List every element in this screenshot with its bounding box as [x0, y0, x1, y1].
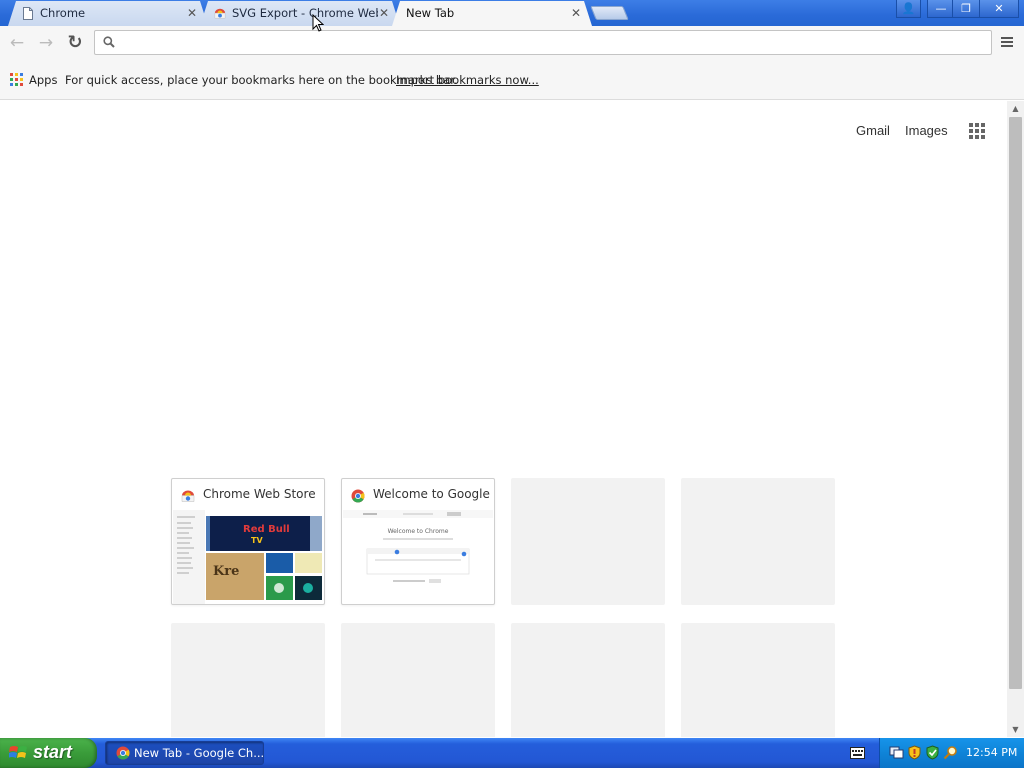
omnibox-input[interactable] [123, 34, 983, 51]
taskbar: start New Tab - Google Ch... 12:54 PM [0, 738, 1024, 768]
svg-text:Red Bull: Red Bull [243, 524, 290, 535]
tile-title: Welcome to Google Chrome [373, 487, 491, 501]
tab-new-tab[interactable]: New Tab ✕ [392, 1, 592, 26]
most-visited-tile-empty [511, 623, 665, 737]
bookmarks-bar: Apps For quick access, place your bookma… [0, 60, 1024, 100]
taskbar-item-chrome[interactable]: New Tab - Google Ch... [105, 741, 264, 765]
back-button[interactable]: ← [6, 32, 28, 54]
chrome-web-store-icon [181, 490, 195, 502]
chrome-icon [116, 746, 130, 760]
tab-title: New Tab [406, 6, 455, 20]
tile-title: Chrome Web Store [203, 487, 316, 501]
welcome-heading: Welcome to Chrome [388, 528, 449, 535]
scroll-down-arrow-icon[interactable]: ▼ [1007, 722, 1024, 737]
minimize-button[interactable]: — [927, 0, 955, 18]
close-icon[interactable]: ✕ [571, 1, 581, 25]
keyboard-icon[interactable] [850, 747, 865, 759]
images-link[interactable]: Images [905, 123, 948, 138]
google-apps-icon[interactable] [969, 123, 986, 140]
new-tab-button[interactable] [590, 6, 629, 20]
tab-title: SVG Export - Chrome Web Store [232, 6, 376, 20]
most-visited-tile-chrome-web-store[interactable]: Chrome Web Store Red Bull TV Kre [171, 478, 325, 605]
chrome-menu-button[interactable] [998, 35, 1016, 51]
system-tray: 12:54 PM [879, 738, 1024, 768]
apps-grid-icon[interactable] [10, 73, 24, 87]
forward-button[interactable]: → [35, 32, 57, 54]
most-visited-tile-empty [681, 623, 835, 737]
close-window-button[interactable]: ✕ [979, 0, 1019, 18]
chrome-web-store-icon [214, 7, 226, 20]
windows-logo-icon [9, 746, 27, 758]
chrome-icon [351, 489, 365, 503]
start-button[interactable]: start [0, 738, 97, 768]
search-tray-icon[interactable] [943, 745, 958, 760]
maximize-button[interactable]: ❐ [952, 0, 980, 18]
scroll-up-arrow-icon[interactable]: ▲ [1007, 101, 1024, 116]
svg-text:Kre: Kre [213, 564, 239, 579]
taskbar-item-label: New Tab - Google Ch... [134, 746, 264, 760]
most-visited-tile-empty [681, 478, 835, 605]
scrollbar-thumb[interactable] [1009, 117, 1022, 689]
search-icon [103, 36, 115, 48]
import-bookmarks-link[interactable]: Import bookmarks now... [396, 73, 539, 87]
vertical-scrollbar[interactable]: ▲ ▼ [1007, 101, 1024, 737]
tab-title: Chrome [40, 6, 86, 20]
welcome-thumbnail: Welcome to Chrome [343, 510, 493, 604]
mouse-cursor-icon [312, 14, 324, 32]
tab-chrome[interactable]: Chrome ✕ [8, 1, 208, 26]
update-shield-icon[interactable] [925, 745, 940, 760]
clock: 12:54 PM [966, 746, 1018, 759]
tab-svg-export[interactable]: SVG Export - Chrome Web Store ✕ [200, 1, 400, 26]
security-shield-icon[interactable] [907, 745, 922, 760]
gmail-link[interactable]: Gmail [856, 123, 890, 138]
document-icon [22, 7, 34, 20]
reload-button[interactable]: ↻ [64, 32, 86, 54]
profile-button[interactable]: 👤 [896, 0, 921, 18]
toolbar: ← → ↻ [0, 26, 1024, 60]
tab-strip: Chrome ✕ SVG Export - Chrome Web Store ✕… [0, 0, 1024, 26]
most-visited-tile-empty [171, 623, 325, 737]
web-store-thumbnail: Red Bull TV Kre [173, 510, 323, 604]
tile-thumbnail: Red Bull TV Kre [173, 510, 323, 604]
svg-text:TV: TV [251, 536, 263, 545]
close-icon[interactable]: ✕ [187, 1, 197, 25]
start-label: start [33, 742, 73, 762]
omnibox[interactable] [94, 30, 992, 55]
close-icon[interactable]: ✕ [379, 1, 389, 25]
most-visited-tile-welcome[interactable]: Welcome to Google Chrome Welcome to Chro… [341, 478, 495, 605]
most-visited-tile-empty [341, 623, 495, 737]
network-icon[interactable] [889, 745, 904, 760]
new-tab-page: Gmail Images Chrome Web Store Red Bull T… [0, 101, 1007, 737]
most-visited-tile-empty [511, 478, 665, 605]
tile-thumbnail: Welcome to Chrome [343, 510, 493, 604]
apps-shortcut[interactable]: Apps [29, 73, 57, 87]
